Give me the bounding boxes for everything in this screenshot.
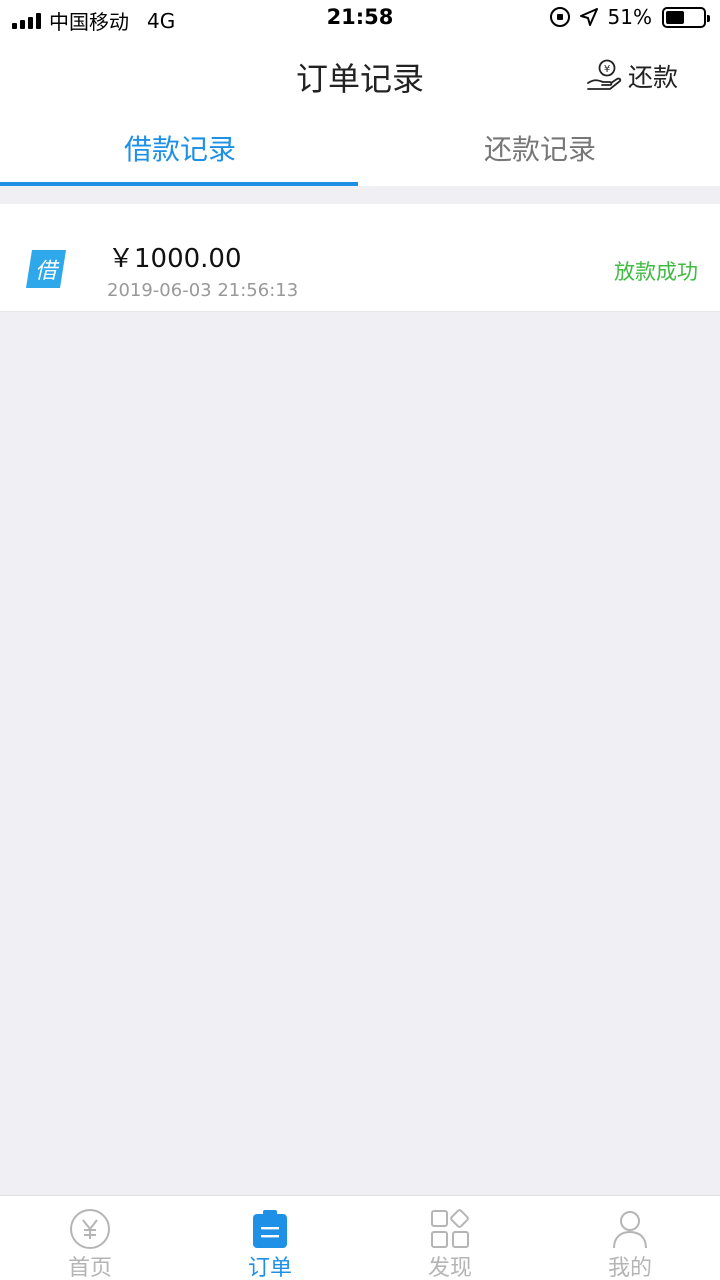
repay-label: 还款 <box>627 63 678 92</box>
tabbar-item-home[interactable]: 首页 <box>0 1196 180 1280</box>
battery-fill <box>666 10 685 24</box>
tabbar-label: 我的 <box>607 1256 652 1280</box>
svg-text:¥: ¥ <box>604 64 610 75</box>
rotation-lock-icon <box>549 7 570 27</box>
repay-button[interactable]: ¥ 还款 <box>586 58 678 94</box>
record-tabs: 借款记录 还款记录 <box>0 110 720 186</box>
status-right: 51% <box>549 5 710 29</box>
record-amount: ￥1000.00 <box>108 244 242 274</box>
tab-indicator <box>0 182 358 186</box>
yen-circle-icon <box>69 1208 111 1250</box>
borrow-badge-icon: 借 <box>26 250 66 288</box>
battery-percent: 51% <box>607 5 652 29</box>
tabbar-item-discover[interactable]: 发现 <box>360 1196 540 1280</box>
tabbar-label: 订单 <box>247 1256 292 1280</box>
clipboard-icon <box>249 1208 291 1250</box>
tabbar-label: 首页 <box>67 1256 112 1280</box>
tabbar-item-orders[interactable]: 订单 <box>180 1196 360 1280</box>
tab-borrow-records[interactable]: 借款记录 <box>0 110 360 186</box>
tab-repay-records[interactable]: 还款记录 <box>360 110 720 186</box>
status-badge: 放款成功 <box>614 260 698 284</box>
tabbar-label: 发现 <box>427 1256 472 1280</box>
tabbar-item-profile[interactable]: 我的 <box>540 1196 720 1280</box>
person-icon <box>609 1208 651 1250</box>
status-bar: 中国移动 4G 21:58 51% <box>0 0 720 36</box>
grid-icon <box>429 1208 471 1250</box>
record-datetime: 2019-06-03 21:56:13 <box>107 280 299 301</box>
navigation-bar: 订单记录 ¥ 还款 <box>0 36 720 110</box>
location-arrow-icon <box>579 8 598 26</box>
bottom-tab-bar: 首页 订单 发现 我的 <box>0 1195 720 1280</box>
hand-coin-icon: ¥ <box>587 59 622 90</box>
borrow-badge-char: 借 <box>35 259 60 284</box>
battery-icon <box>662 6 710 28</box>
list-item[interactable]: 借 ￥1000.00 2019-06-03 21:56:13 放款成功 <box>0 204 720 312</box>
